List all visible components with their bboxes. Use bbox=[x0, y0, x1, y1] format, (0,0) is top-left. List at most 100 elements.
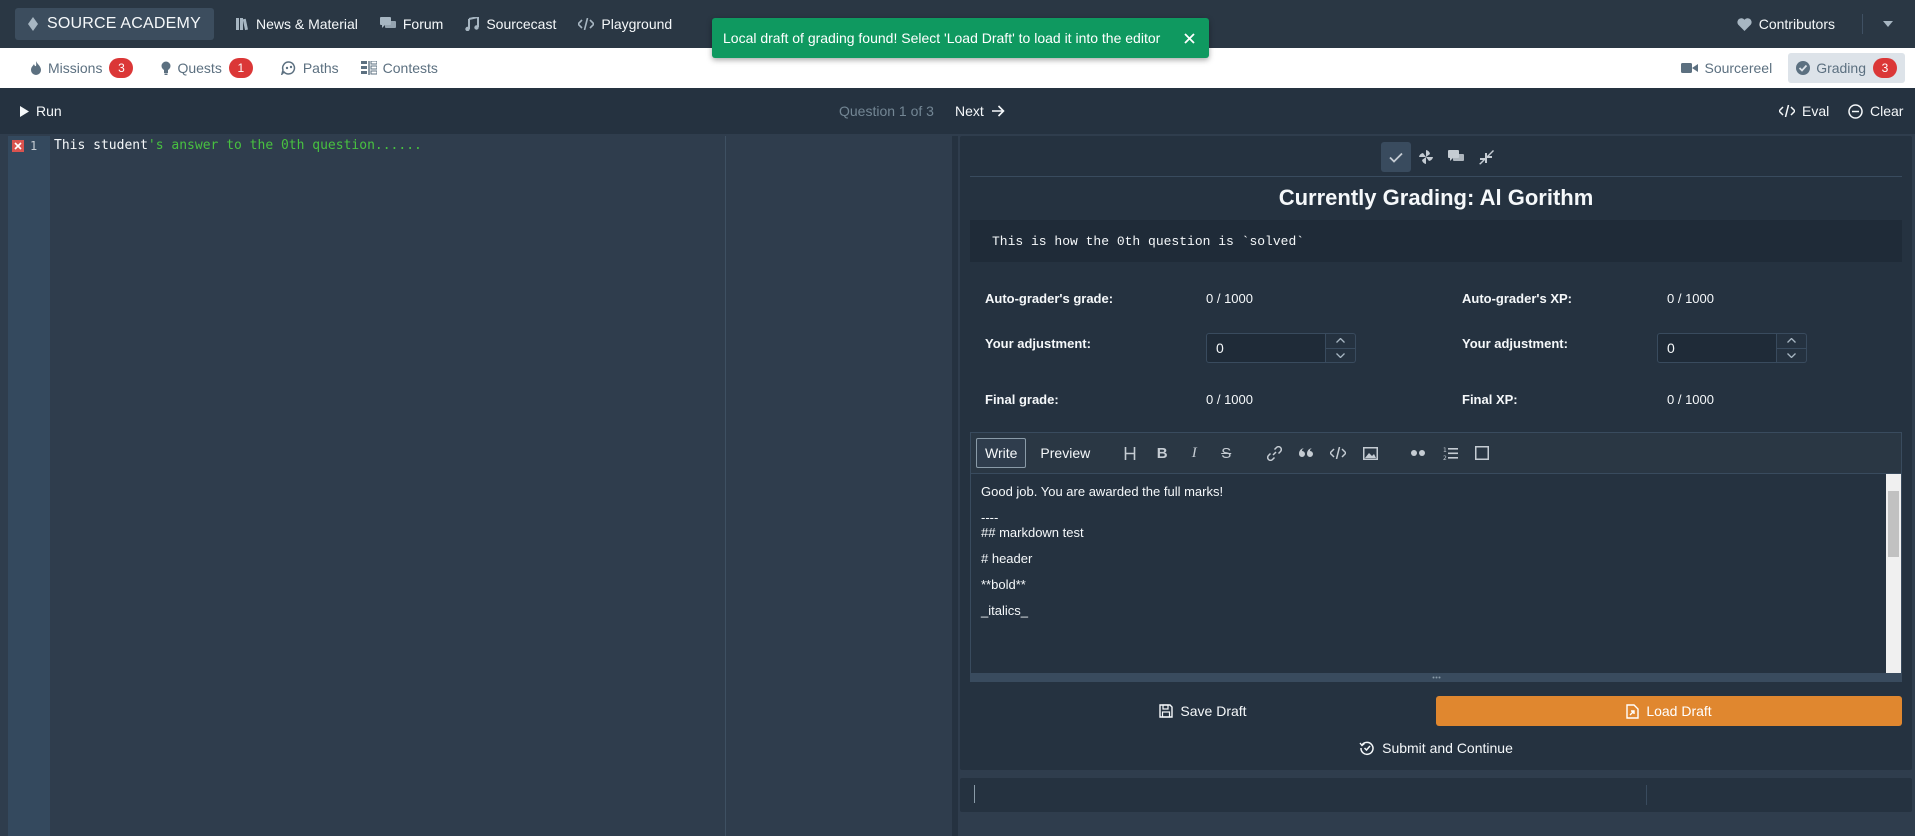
autograder-grade-label: Auto-grader's grade: bbox=[985, 291, 1114, 306]
tab-grading[interactable] bbox=[1381, 142, 1411, 172]
italic-button[interactable]: I bbox=[1178, 438, 1210, 468]
xp-adjustment-stepper bbox=[1777, 333, 1807, 363]
contributors-label: Contributors bbox=[1758, 16, 1835, 32]
eval-button[interactable]: Eval bbox=[1779, 96, 1829, 126]
heading-button[interactable] bbox=[1114, 438, 1146, 468]
panel-resize-divider[interactable] bbox=[952, 136, 958, 836]
comment-line bbox=[981, 570, 1223, 577]
clear-button[interactable]: Clear bbox=[1848, 96, 1903, 126]
checkbox-list-button[interactable] bbox=[1466, 438, 1498, 468]
tab-autograder[interactable] bbox=[1411, 142, 1441, 172]
load-draft-button[interactable]: Load Draft bbox=[1436, 696, 1902, 726]
autograder-xp-label: Auto-grader's XP: bbox=[1462, 291, 1572, 306]
print-margin bbox=[725, 136, 726, 836]
code-icon bbox=[1330, 447, 1347, 459]
question-counter: Question 1 of 3 bbox=[839, 96, 934, 126]
chevron-down-icon[interactable] bbox=[1777, 349, 1806, 363]
link-button[interactable] bbox=[1258, 438, 1290, 468]
nav-forum-label: Forum bbox=[402, 16, 444, 32]
comment-textarea[interactable]: Good job. You are awarded the full marks… bbox=[971, 473, 1901, 674]
eval-label: Eval bbox=[1802, 103, 1830, 119]
brand-button[interactable]: SOURCE ACADEMY bbox=[15, 8, 214, 40]
video-icon bbox=[1681, 62, 1704, 74]
tab-test-cases[interactable] bbox=[1471, 142, 1501, 172]
italic-icon: I bbox=[1191, 444, 1197, 461]
save-draft-button[interactable]: Save Draft bbox=[970, 696, 1436, 726]
draft-found-toast: Local draft of grading found! Select 'Lo… bbox=[712, 18, 1209, 58]
bold-button[interactable]: B bbox=[1146, 438, 1178, 468]
chevron-up-icon[interactable] bbox=[1326, 334, 1355, 349]
chevron-up-icon[interactable] bbox=[1777, 334, 1806, 349]
tab-preview[interactable]: Preview bbox=[1032, 438, 1098, 468]
caret-down-icon bbox=[1883, 21, 1893, 27]
lightbulb-icon bbox=[161, 61, 177, 75]
subnav-sourcereel-label: Sourcereel bbox=[1704, 60, 1773, 76]
grading-panel: Currently Grading: Al Gorithm This is ho… bbox=[960, 136, 1912, 770]
repl-input-bar[interactable] bbox=[960, 778, 1912, 812]
comparison-icon bbox=[360, 61, 383, 75]
strikethrough-icon: S bbox=[1221, 444, 1232, 462]
unordered-list-button[interactable] bbox=[1402, 438, 1434, 468]
nav-news-material[interactable]: News & Material bbox=[224, 8, 369, 40]
subnav-missions[interactable]: Missions 3 bbox=[22, 53, 141, 83]
comment-line: ## markdown test bbox=[981, 525, 1084, 540]
subnav-grading[interactable]: Grading 3 bbox=[1788, 53, 1905, 83]
toast-close-button[interactable] bbox=[1169, 18, 1209, 58]
brand-title: SOURCE ACADEMY bbox=[47, 15, 201, 32]
subnav-quests[interactable]: Quests 1 bbox=[153, 53, 260, 83]
resize-grip[interactable] bbox=[971, 673, 1901, 681]
code-button[interactable] bbox=[1322, 438, 1354, 468]
navbar-divider bbox=[1862, 14, 1863, 34]
subnav-contests[interactable]: Contests bbox=[353, 53, 446, 83]
final-xp-value: 0 / 1000 bbox=[1667, 392, 1714, 407]
subnav-paths[interactable]: Paths bbox=[273, 53, 347, 83]
line-number: 1 bbox=[30, 139, 38, 153]
chevron-down-icon[interactable] bbox=[1326, 349, 1355, 363]
code-line[interactable]: This student's answer to the 0th questio… bbox=[54, 138, 422, 153]
contributors-button[interactable]: Contributors bbox=[1726, 8, 1846, 40]
next-label: Next bbox=[955, 103, 984, 119]
submit-and-continue-label: Submit and Continue bbox=[1382, 740, 1513, 756]
final-grade-value: 0 / 1000 bbox=[1206, 392, 1253, 407]
play-icon bbox=[20, 105, 36, 117]
link-icon bbox=[1266, 445, 1282, 461]
subnav-sourcereel[interactable]: Sourcereel bbox=[1673, 53, 1780, 83]
user-menu-button[interactable] bbox=[1873, 9, 1903, 39]
image-button[interactable] bbox=[1354, 438, 1386, 468]
run-button[interactable]: Run bbox=[20, 96, 62, 126]
scrollbar-thumb[interactable] bbox=[1888, 491, 1899, 557]
strikethrough-button[interactable]: S bbox=[1210, 438, 1242, 468]
tab-write[interactable]: Write bbox=[976, 438, 1027, 468]
grade-adjustment-input[interactable]: 0 bbox=[1206, 333, 1356, 363]
workspace-control-bar: Run Question 1 of 3 Next Eval Clear bbox=[0, 88, 1915, 134]
code-editor[interactable]: 1 This student's answer to the 0th quest… bbox=[8, 136, 952, 836]
header-icon bbox=[1124, 446, 1136, 460]
quote-button[interactable] bbox=[1290, 438, 1322, 468]
tab-comments[interactable] bbox=[1441, 142, 1471, 172]
flame-icon bbox=[30, 61, 48, 75]
bullet-list-icon bbox=[1410, 450, 1426, 456]
music-icon bbox=[465, 17, 486, 31]
question-counter-label: Question 1 of 3 bbox=[839, 103, 934, 119]
comment-line: # header bbox=[981, 551, 1033, 566]
library-icon bbox=[235, 17, 256, 31]
submit-and-continue-button[interactable]: Submit and Continue bbox=[970, 733, 1902, 763]
nav-playground[interactable]: Playground bbox=[567, 8, 683, 40]
svg-text:1: 1 bbox=[1443, 447, 1447, 454]
xp-adjustment-input[interactable]: 0 bbox=[1657, 333, 1807, 363]
comment-scrollbar[interactable] bbox=[1886, 474, 1901, 674]
grading-count-badge: 3 bbox=[1873, 58, 1897, 78]
run-label: Run bbox=[36, 103, 62, 119]
xp-adjustment-field[interactable]: 0 bbox=[1657, 333, 1777, 363]
code-icon bbox=[1779, 105, 1802, 117]
nav-forum[interactable]: Forum bbox=[369, 8, 454, 40]
grade-adjustment-field[interactable]: 0 bbox=[1206, 333, 1326, 363]
nav-sourcecast[interactable]: Sourcecast bbox=[454, 8, 567, 40]
grade-adjustment-stepper bbox=[1326, 333, 1356, 363]
ordered-list-button[interactable]: 12 bbox=[1434, 438, 1466, 468]
image-icon bbox=[1362, 446, 1378, 460]
error-marker-icon bbox=[12, 140, 24, 152]
next-question-button[interactable]: Next bbox=[955, 96, 1012, 126]
autograder-grade-value: 0 / 1000 bbox=[1206, 291, 1253, 306]
toast-message: Local draft of grading found! Select 'Lo… bbox=[723, 30, 1161, 46]
